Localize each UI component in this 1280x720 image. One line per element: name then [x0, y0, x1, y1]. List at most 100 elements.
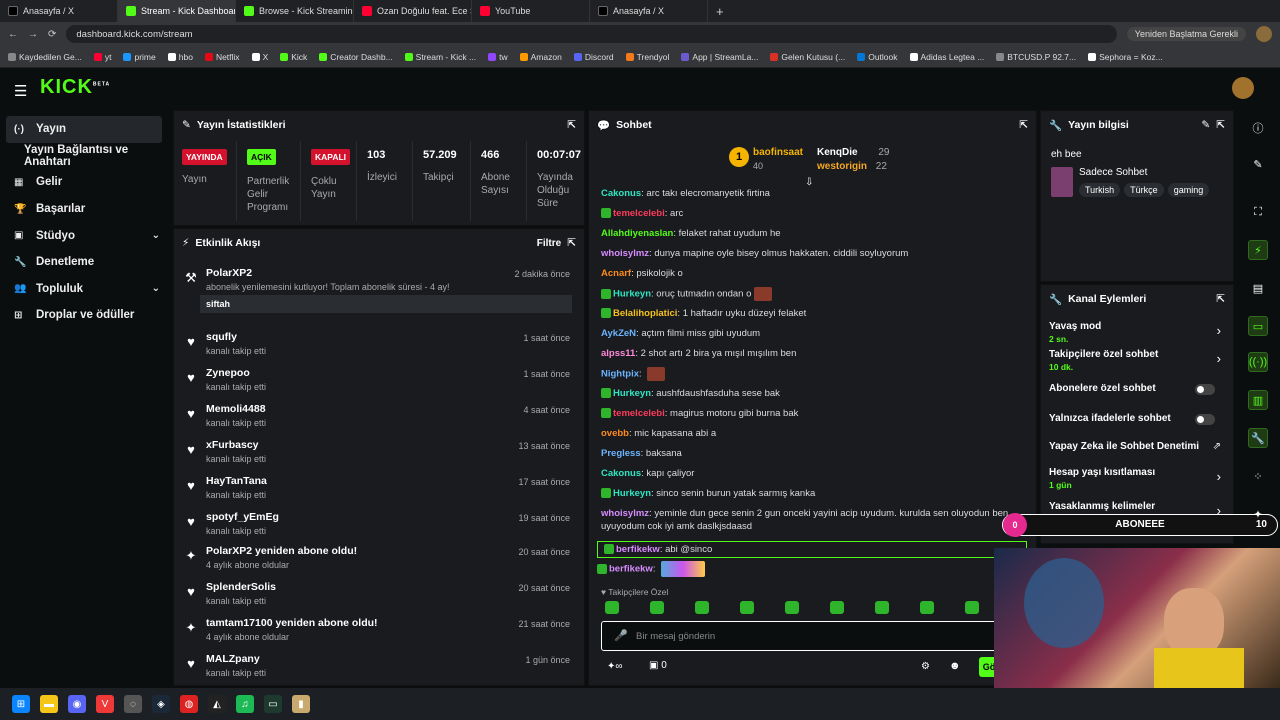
chat-username[interactable]: alpss11 — [601, 348, 635, 359]
bookmark[interactable]: BTCUSD.P 92.7... — [996, 52, 1076, 62]
chat-icon[interactable]: ▭ — [1248, 316, 1268, 336]
wrench-icon[interactable]: 🔧 — [1248, 428, 1268, 448]
discord-icon[interactable]: ◉ — [68, 695, 86, 713]
store-icon[interactable]: ▣ 0 — [649, 660, 667, 671]
sparkle-icon[interactable]: ✦ — [1248, 504, 1268, 524]
event-name[interactable]: MALZpany — [206, 653, 260, 665]
sidebar-item-revenue[interactable]: ▦ Gelir — [0, 169, 170, 196]
sidebar-item-studio[interactable]: ▣ Stüdyo ⌄ — [0, 222, 170, 249]
bookmark[interactable]: Kick — [280, 52, 307, 62]
chat-username[interactable]: Pregless — [601, 448, 641, 459]
quick-emote[interactable] — [920, 601, 934, 614]
explorer-icon[interactable]: ▬ — [40, 695, 58, 713]
back-icon[interactable]: ← — [8, 29, 18, 40]
bookmark[interactable]: X — [251, 52, 268, 62]
popout-icon[interactable]: ⇱ — [1216, 293, 1225, 305]
quick-emote[interactable] — [605, 601, 619, 614]
profile-avatar[interactable] — [1256, 26, 1272, 42]
new-tab-button[interactable]: + — [708, 4, 732, 19]
event-name[interactable]: Memoli4488 — [206, 403, 266, 415]
layout-icon[interactable]: ▥ — [1248, 390, 1268, 410]
sidebar-item-stream[interactable]: (·) Yayın — [6, 116, 162, 143]
tab[interactable]: Anasayfa / X — [0, 0, 118, 22]
chat-username[interactable]: Belalihoplatici — [613, 308, 677, 319]
bookmark[interactable]: Stream - Kick ... — [404, 52, 476, 62]
quick-emote[interactable] — [785, 601, 799, 614]
tag[interactable]: Turkish — [1079, 183, 1121, 197]
fullscreen-icon[interactable]: ⛶ — [1248, 202, 1268, 222]
event-name[interactable]: SplenderSolis — [206, 581, 276, 593]
leader-name[interactable]: baofinsaat — [753, 147, 803, 158]
file-icon[interactable]: ▮ — [292, 695, 310, 713]
sidebar-item-drops[interactable]: ⊞ Droplar ve ödüller — [0, 302, 170, 329]
quick-emote[interactable] — [875, 601, 889, 614]
event-name[interactable]: Zynepoo — [206, 367, 250, 379]
sidebar-item-achievements[interactable]: 🏆 Başarılar — [0, 196, 170, 223]
event-name[interactable]: squfly — [206, 331, 237, 343]
bookmark[interactable]: Amazon — [519, 52, 562, 62]
broadcast-icon[interactable]: ((·)) — [1248, 352, 1268, 372]
sidebar-item-moderation[interactable]: 🔧 Denetleme — [0, 249, 170, 276]
quick-emote[interactable] — [740, 601, 754, 614]
forward-icon[interactable]: → — [28, 29, 38, 40]
info-icon[interactable]: ⓘ — [1248, 118, 1268, 138]
event-name[interactable]: HayTanTana — [206, 475, 267, 487]
tab[interactable]: Browse - Kick Streaming — [236, 0, 354, 22]
bookmark[interactable]: App | StreamLa... — [681, 52, 758, 62]
bookmark[interactable]: prime — [123, 52, 156, 62]
url-field[interactable]: dashboard.kick.com/stream — [66, 25, 1117, 43]
chat-username[interactable]: whoisylmz — [601, 248, 649, 259]
capcut-icon[interactable]: ◭ — [208, 695, 226, 713]
sidebar-item-stream-key[interactable]: Yayın Bağlantısı ve Anahtarı — [0, 143, 170, 170]
bookmark[interactable]: Trendyol — [625, 52, 669, 62]
chat-username[interactable]: Cakonus — [601, 468, 641, 479]
tag[interactable]: gaming — [1167, 183, 1210, 197]
app-icon[interactable]: ◍ — [180, 695, 198, 713]
tab-active[interactable]: Stream - Kick Dashboard — [118, 0, 236, 22]
bookmark[interactable]: Outlook — [857, 52, 898, 62]
toggle-switch[interactable] — [1195, 414, 1215, 425]
chat-username[interactable]: whoisylmz — [601, 508, 649, 519]
tab[interactable]: YouTube — [472, 0, 590, 22]
bookmark[interactable]: Netflix — [204, 52, 240, 62]
kick-logo[interactable]: KICKBETA — [40, 76, 110, 99]
steam-icon[interactable]: ◈ — [152, 695, 170, 713]
event-name[interactable]: spotyf_yEmEg — [206, 511, 279, 523]
bookmark[interactable]: tw — [488, 52, 508, 62]
chat-username[interactable]: Acnarf — [601, 268, 631, 279]
notes-icon[interactable]: ▤ — [1248, 278, 1268, 298]
rewards-icon[interactable]: ✦∞ — [607, 661, 623, 672]
quick-emote[interactable] — [830, 601, 844, 614]
sidebar-item-community[interactable]: 👥 Topluluk ⌄ — [0, 276, 170, 303]
bookmark[interactable]: Kaydedilen Ge... — [8, 52, 82, 62]
chat-username[interactable]: berfikekw — [609, 564, 653, 575]
connections-icon[interactable]: ⁘ — [1248, 466, 1268, 486]
restart-button[interactable]: Yeniden Başlatma Gerekli — [1126, 27, 1246, 41]
event-name[interactable]: xFurbascy — [206, 439, 259, 451]
leader-name[interactable]: KenqDie 29 — [817, 147, 889, 158]
bookmark[interactable]: Creator Dashb... — [319, 52, 393, 62]
leader-name[interactable]: westorigin 22 — [817, 161, 887, 172]
popout-icon[interactable]: ⇱ — [1019, 119, 1028, 131]
chat-username[interactable]: berfikekw — [616, 544, 660, 555]
bookmark[interactable]: hbo — [167, 52, 193, 62]
chat-username[interactable]: AykZeN — [601, 328, 636, 339]
bolt-icon[interactable]: ⚡ — [1248, 240, 1268, 260]
windows-icon[interactable]: ⊞ — [12, 695, 30, 713]
bookmark[interactable]: yt — [93, 52, 111, 62]
vivaldi-icon[interactable]: V — [96, 695, 114, 713]
chevron-right-icon[interactable]: › — [1217, 351, 1221, 366]
settings-icon[interactable]: ⚙ — [921, 661, 930, 672]
tag[interactable]: Türkçe — [1124, 183, 1164, 197]
chat-username[interactable]: temelcelebi — [613, 408, 665, 419]
toggle-switch[interactable] — [1195, 384, 1215, 395]
obs-icon[interactable]: ◌ — [124, 695, 142, 713]
quick-emote[interactable] — [965, 601, 979, 614]
chat-username[interactable]: Hurkeyn — [613, 289, 651, 300]
quick-emote[interactable] — [695, 601, 709, 614]
user-avatar[interactable] — [1232, 77, 1254, 99]
bookmark[interactable]: Gelen Kutusu (... — [770, 52, 845, 62]
filter-button[interactable]: Filtre — [537, 238, 561, 249]
bookmark[interactable]: Adidas Legtea ... — [909, 52, 984, 62]
bookmark[interactable]: Sephora = Koz... — [1088, 52, 1163, 62]
